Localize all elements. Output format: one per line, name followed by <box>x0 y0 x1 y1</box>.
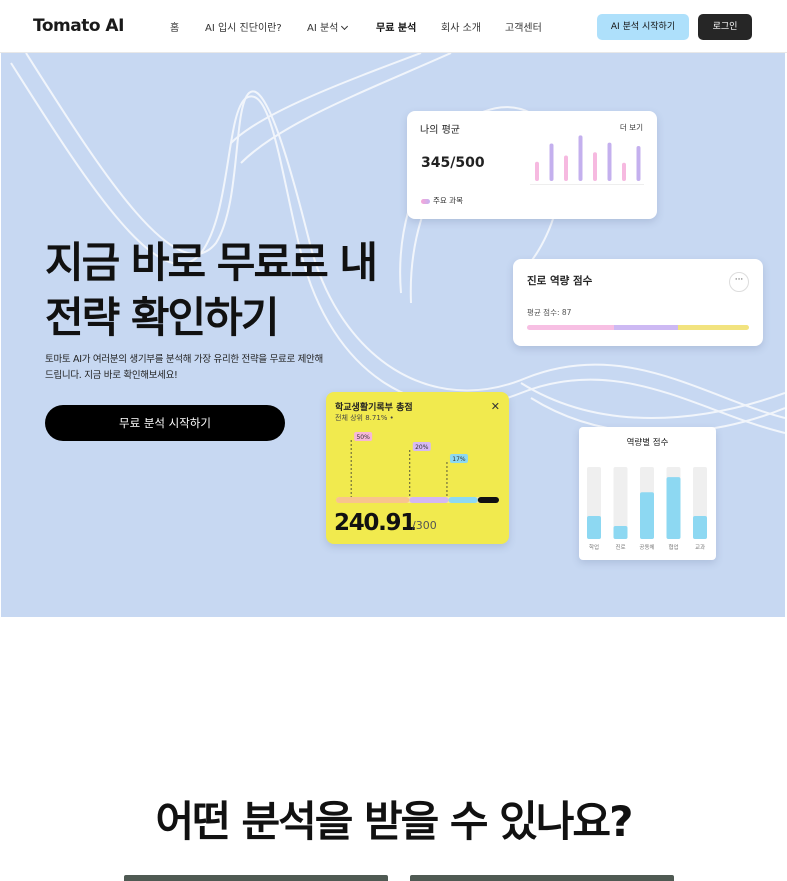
menu-item-about-ai[interactable]: AI 입시 진단이란? <box>205 19 282 34</box>
career-average-score: 평균 점수: 87 <box>527 308 572 317</box>
menu-item-ai-analysis[interactable]: AI 분석 <box>307 19 349 34</box>
close-icon[interactable]: ✕ <box>491 400 500 413</box>
competency-bar-label: 협업 <box>668 543 678 551</box>
competency-score-card: 역량별 점수 학업 진로 공동체 협업 교과 <box>579 427 716 560</box>
marker-label: 50% <box>356 434 370 441</box>
total-max-score: /300 <box>412 519 437 532</box>
my-average-title: 나의 평균 <box>420 125 460 136</box>
legend-label: 주요 과목 <box>433 196 463 205</box>
hero-desc-line2: 드립니다. 지금 바로 확인해보세요! <box>45 370 178 381</box>
free-analysis-start-button[interactable]: 무료 분석 시작하기 <box>45 405 285 441</box>
career-bar-segment <box>677 325 749 330</box>
menu-item-home[interactable]: 홈 <box>170 19 179 34</box>
chart-baseline <box>530 184 644 185</box>
hero-title: 지금 바로 무료로 내 전략 확인하기 <box>45 235 378 345</box>
career-score-bar <box>527 325 749 330</box>
total-bar-segment <box>448 497 478 503</box>
competency-bar <box>640 492 654 539</box>
average-legend: 주요 과목 <box>421 195 463 206</box>
start-analysis-button[interactable]: AI 분석 시작하기 <box>597 14 689 40</box>
logo[interactable]: Tomato AI <box>33 16 124 36</box>
total-bar-segment <box>336 497 410 503</box>
competency-bar-label: 교과 <box>695 543 705 551</box>
competency-bar-label: 진로 <box>615 543 625 551</box>
hero-title-line2: 전략 확인하기 <box>45 293 279 342</box>
average-bar <box>593 152 597 181</box>
total-score: 240.91 <box>334 510 416 536</box>
career-competency-card: 진로 역량 점수 ··· 평균 점수: 87 <box>513 259 763 346</box>
menu-item-company[interactable]: 회사 소개 <box>441 19 481 34</box>
career-bar-segment <box>613 325 678 330</box>
hero-section: 지금 바로 무료로 내 전략 확인하기 토마토 AI가 여러분의 생기부를 분석… <box>1 53 785 617</box>
total-distribution-chart: 50% 20% 17% <box>336 432 499 503</box>
analysis-card-thumbnail[interactable] <box>124 875 388 881</box>
competency-bar-label: 공동체 <box>639 543 654 551</box>
hero-description: 토마토 AI가 여러분의 생기부를 분석해 가장 유리한 전략을 무료로 제안해… <box>45 352 345 384</box>
career-card-title: 진로 역량 점수 <box>527 275 593 287</box>
average-bar <box>549 143 554 181</box>
menu-item-support[interactable]: 고객센터 <box>505 19 542 34</box>
hero-desc-line1: 토마토 AI가 여러분의 생기부를 분석해 가장 유리한 전략을 무료로 제안해 <box>45 354 323 365</box>
total-card-title: 학교생활기록부 총점 <box>335 403 413 413</box>
total-bar-segment <box>409 497 449 503</box>
marker-label: 20% <box>415 444 429 451</box>
my-average-card: 나의 평균 더 보기 345/500 주요 과목 <box>407 111 657 219</box>
legend-swatch-icon <box>421 198 430 204</box>
analysis-card-thumbnail[interactable] <box>410 875 674 881</box>
competency-bar <box>613 526 628 539</box>
hero-title-line1: 지금 바로 무료로 내 <box>45 238 378 287</box>
marker-label: 17% <box>452 456 466 463</box>
average-score: 345/500 <box>421 155 485 171</box>
average-bar <box>607 142 612 181</box>
total-bar-segment <box>477 497 499 503</box>
chevron-down-icon <box>341 22 349 31</box>
competency-bar-chart: 학업 진로 공동체 협업 교과 <box>587 467 707 551</box>
average-bar <box>636 145 641 181</box>
average-bar <box>622 162 626 181</box>
menu-item-ai-analysis-label: AI 분석 <box>307 23 339 34</box>
menu-item-free-analysis[interactable]: 무료 분석 <box>376 19 416 34</box>
average-mini-bar-chart <box>535 135 641 181</box>
average-bar <box>535 161 539 181</box>
competency-bar <box>587 515 601 539</box>
competency-bar <box>666 477 681 539</box>
career-bar-segment <box>527 325 614 330</box>
more-options-icon[interactable]: ··· <box>729 272 749 292</box>
school-record-total-card: 학교생활기록부 총점 전체 상위 8.71% • ✕ 50% 20% 17% 240… <box>326 392 509 544</box>
average-bar <box>564 155 568 181</box>
top-nav: Tomato AI 홈 AI 입시 진단이란? AI 분석 무료 분석 회사 소… <box>0 0 787 53</box>
analysis-section-title: 어떤 분석을 받을 수 있나요? <box>155 797 634 846</box>
login-button[interactable]: 로그인 <box>698 14 752 40</box>
competency-bar <box>693 515 707 539</box>
competency-bar-label: 학업 <box>589 543 599 551</box>
average-bar <box>578 135 583 181</box>
